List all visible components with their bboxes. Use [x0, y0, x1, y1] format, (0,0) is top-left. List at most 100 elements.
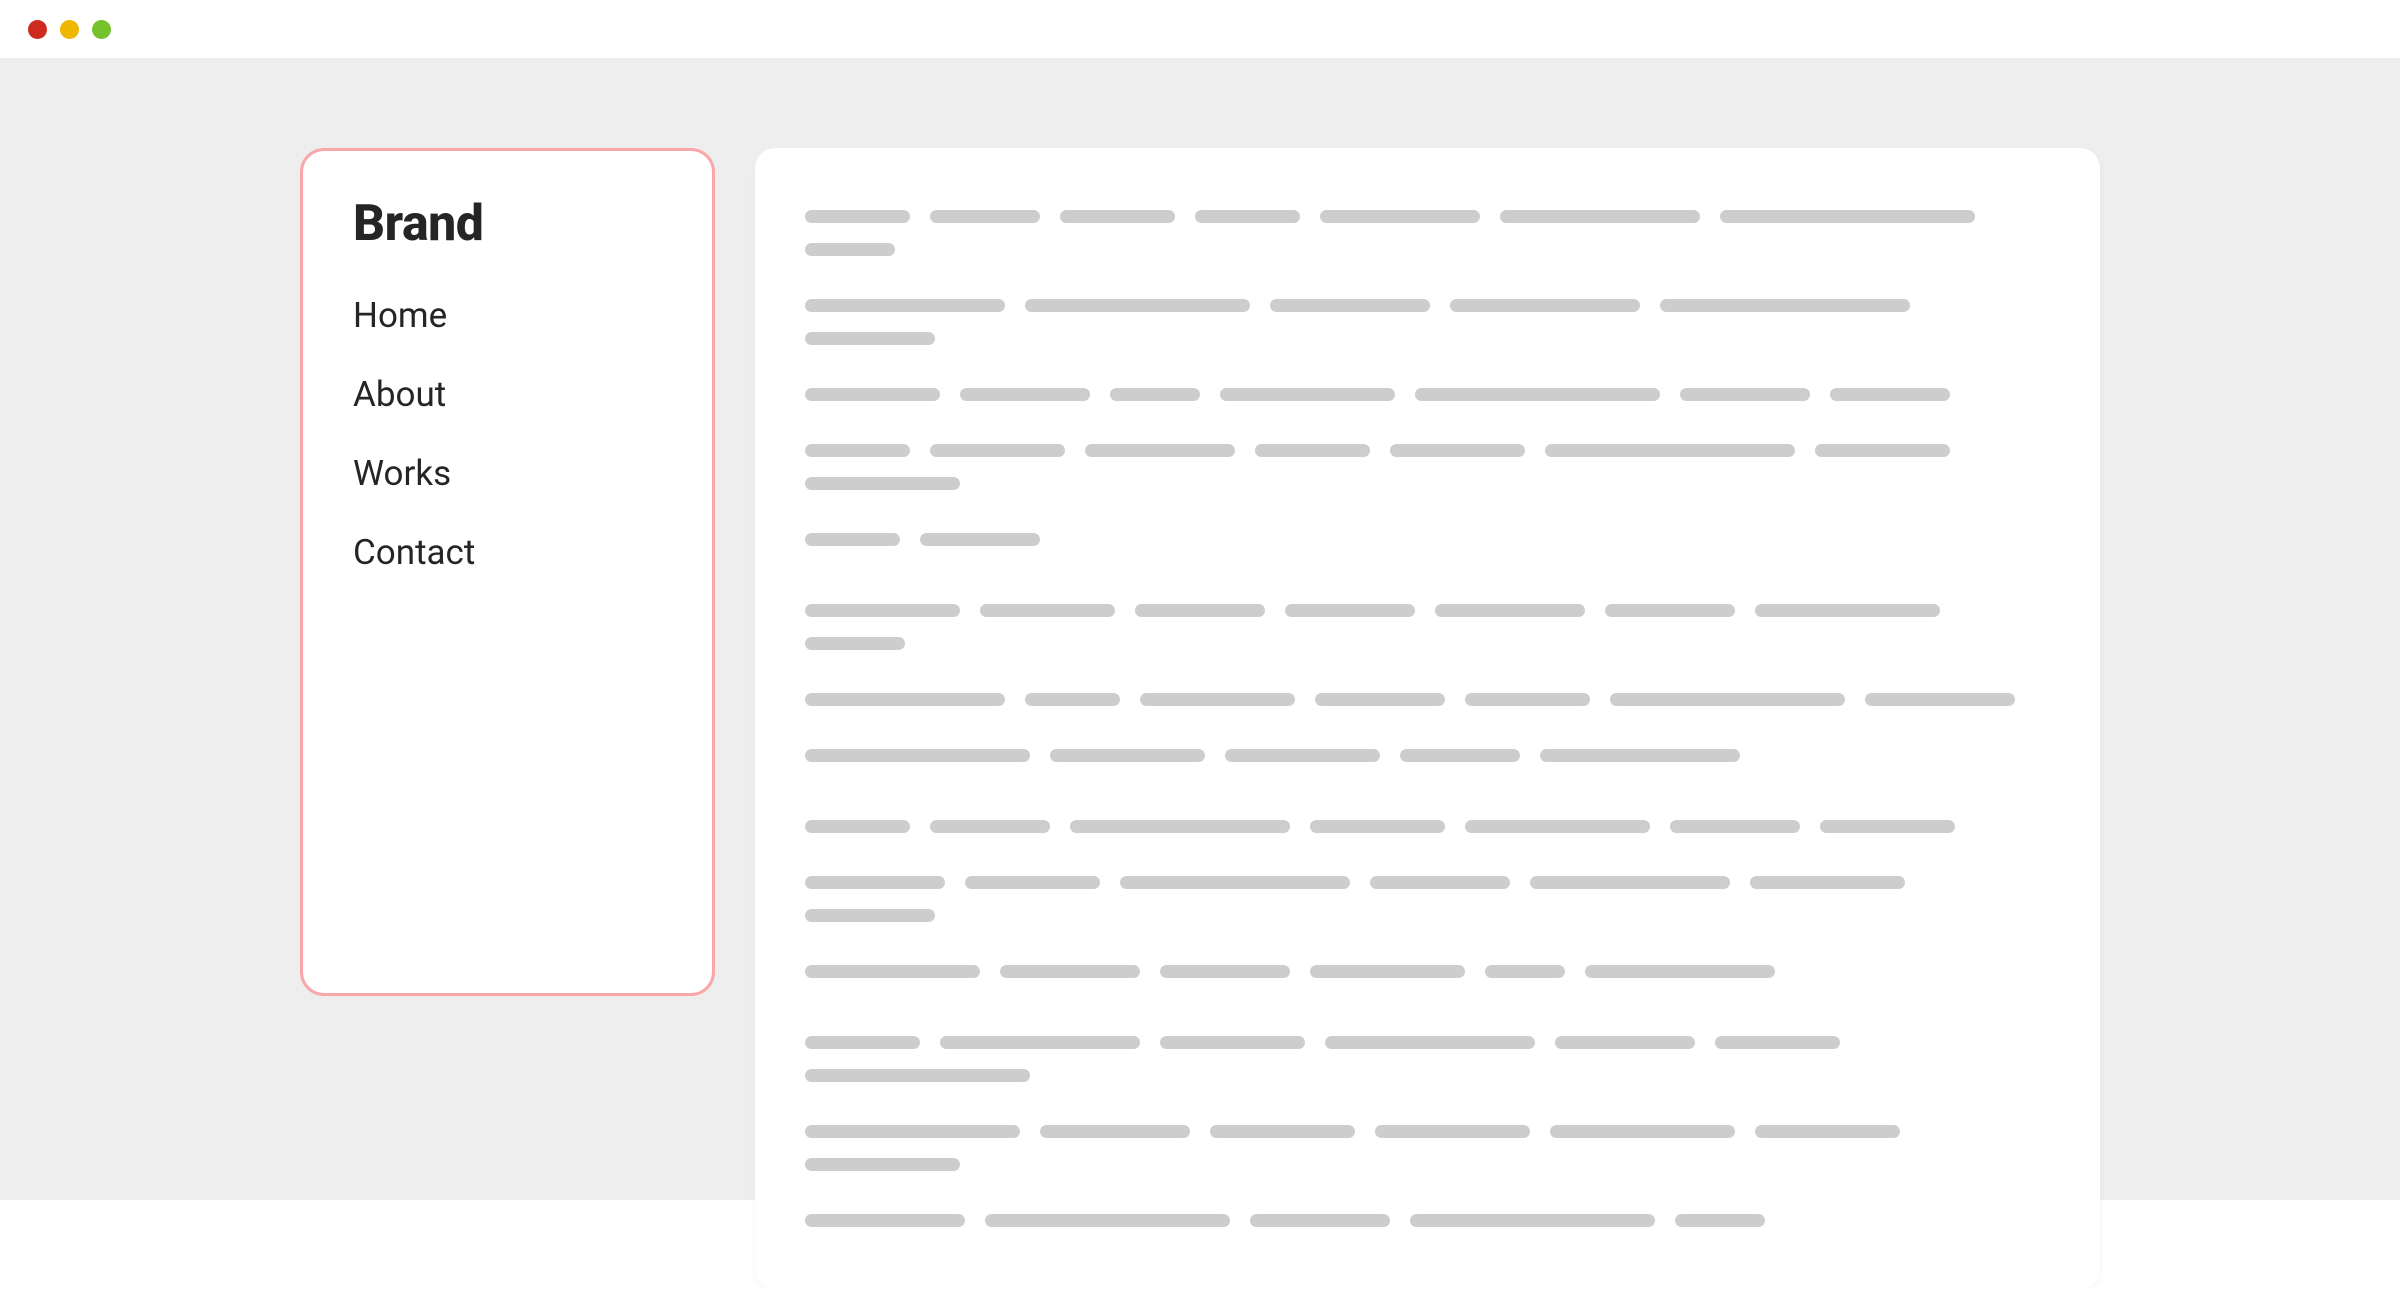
placeholder-word — [1320, 210, 1480, 223]
placeholder-word — [805, 477, 960, 490]
placeholder-word — [1390, 444, 1525, 457]
sidebar-item-works[interactable]: Works — [353, 453, 662, 494]
placeholder-word — [1000, 965, 1140, 978]
placeholder-word — [1550, 1125, 1735, 1138]
placeholder-word — [1410, 1214, 1655, 1227]
minimize-icon[interactable] — [60, 20, 79, 39]
placeholder-word — [1160, 965, 1290, 978]
placeholder-line — [805, 876, 2050, 922]
placeholder-word — [1315, 693, 1445, 706]
placeholder-word — [805, 604, 960, 617]
placeholder-word — [1450, 299, 1640, 312]
placeholder-word — [805, 749, 1030, 762]
placeholder-line — [805, 1036, 2050, 1082]
placeholder-word — [1720, 210, 1975, 223]
placeholder-word — [965, 876, 1100, 889]
placeholder-paragraph — [805, 604, 2050, 762]
placeholder-word — [1120, 876, 1350, 889]
maximize-icon[interactable] — [92, 20, 111, 39]
placeholder-word — [805, 533, 900, 546]
placeholder-word — [805, 210, 910, 223]
placeholder-word — [1485, 965, 1565, 978]
placeholder-word — [1025, 299, 1250, 312]
placeholder-paragraph — [805, 210, 2050, 546]
sidebar-item-home[interactable]: Home — [353, 295, 662, 336]
placeholder-word — [1085, 444, 1235, 457]
placeholder-word — [805, 1158, 960, 1171]
placeholder-word — [1750, 876, 1905, 889]
placeholder-word — [805, 444, 910, 457]
placeholder-word — [1060, 210, 1175, 223]
placeholder-word — [980, 604, 1115, 617]
sidebar-nav: Home About Works Contact — [353, 295, 662, 573]
placeholder-word — [1250, 1214, 1390, 1227]
close-icon[interactable] — [28, 20, 47, 39]
placeholder-word — [805, 332, 935, 345]
placeholder-word — [960, 388, 1090, 401]
placeholder-word — [1830, 388, 1950, 401]
placeholder-line — [805, 820, 2050, 833]
placeholder-word — [1715, 1036, 1840, 1049]
placeholder-word — [1675, 1214, 1765, 1227]
placeholder-word — [1540, 749, 1740, 762]
placeholder-word — [930, 444, 1065, 457]
sidebar-item-contact[interactable]: Contact — [353, 532, 662, 573]
placeholder-word — [1545, 444, 1795, 457]
placeholder-word — [805, 1036, 920, 1049]
placeholder-word — [930, 210, 1040, 223]
placeholder-word — [1310, 965, 1465, 978]
placeholder-paragraph — [805, 820, 2050, 978]
placeholder-word — [1070, 820, 1290, 833]
placeholder-word — [1465, 820, 1650, 833]
window-titlebar — [0, 0, 2400, 58]
placeholder-word — [1555, 1036, 1695, 1049]
placeholder-word — [805, 299, 1005, 312]
placeholder-word — [1025, 693, 1120, 706]
placeholder-line — [805, 388, 2050, 401]
placeholder-word — [805, 1214, 965, 1227]
placeholder-word — [1040, 1125, 1190, 1138]
placeholder-word — [1670, 820, 1800, 833]
placeholder-word — [805, 820, 910, 833]
placeholder-line — [805, 693, 2050, 706]
placeholder-word — [1140, 693, 1295, 706]
placeholder-paragraph — [805, 1036, 2050, 1227]
placeholder-word — [1255, 444, 1370, 457]
placeholder-line — [805, 210, 2050, 256]
placeholder-word — [1135, 604, 1265, 617]
placeholder-word — [1050, 749, 1205, 762]
placeholder-word — [1195, 210, 1300, 223]
placeholder-word — [1225, 749, 1380, 762]
placeholder-word — [1325, 1036, 1535, 1049]
placeholder-line — [805, 1125, 2050, 1171]
sidebar-item-about[interactable]: About — [353, 374, 662, 415]
placeholder-line — [805, 604, 2050, 650]
brand-logo[interactable]: Brand — [353, 195, 662, 253]
placeholder-line — [805, 299, 2050, 345]
placeholder-word — [1755, 604, 1940, 617]
placeholder-word — [1530, 876, 1730, 889]
placeholder-word — [1605, 604, 1735, 617]
main-layout: Brand Home About Works Contact — [0, 148, 2400, 1289]
placeholder-word — [1210, 1125, 1355, 1138]
placeholder-word — [1375, 1125, 1530, 1138]
placeholder-word — [1465, 693, 1590, 706]
placeholder-word — [1865, 693, 2015, 706]
page-viewport: Brand Home About Works Contact — [0, 58, 2400, 1200]
placeholder-word — [805, 388, 940, 401]
placeholder-word — [1370, 876, 1510, 889]
placeholder-word — [985, 1214, 1230, 1227]
placeholder-word — [1755, 1125, 1900, 1138]
placeholder-word — [805, 876, 945, 889]
placeholder-word — [805, 243, 895, 256]
placeholder-line — [805, 1214, 2050, 1227]
placeholder-line — [805, 749, 2050, 762]
placeholder-word — [805, 909, 935, 922]
placeholder-word — [1500, 210, 1700, 223]
placeholder-word — [920, 533, 1040, 546]
placeholder-word — [1610, 693, 1845, 706]
placeholder-word — [805, 693, 1005, 706]
placeholder-word — [1220, 388, 1395, 401]
placeholder-line — [805, 444, 2050, 490]
sidebar: Brand Home About Works Contact — [300, 148, 715, 996]
